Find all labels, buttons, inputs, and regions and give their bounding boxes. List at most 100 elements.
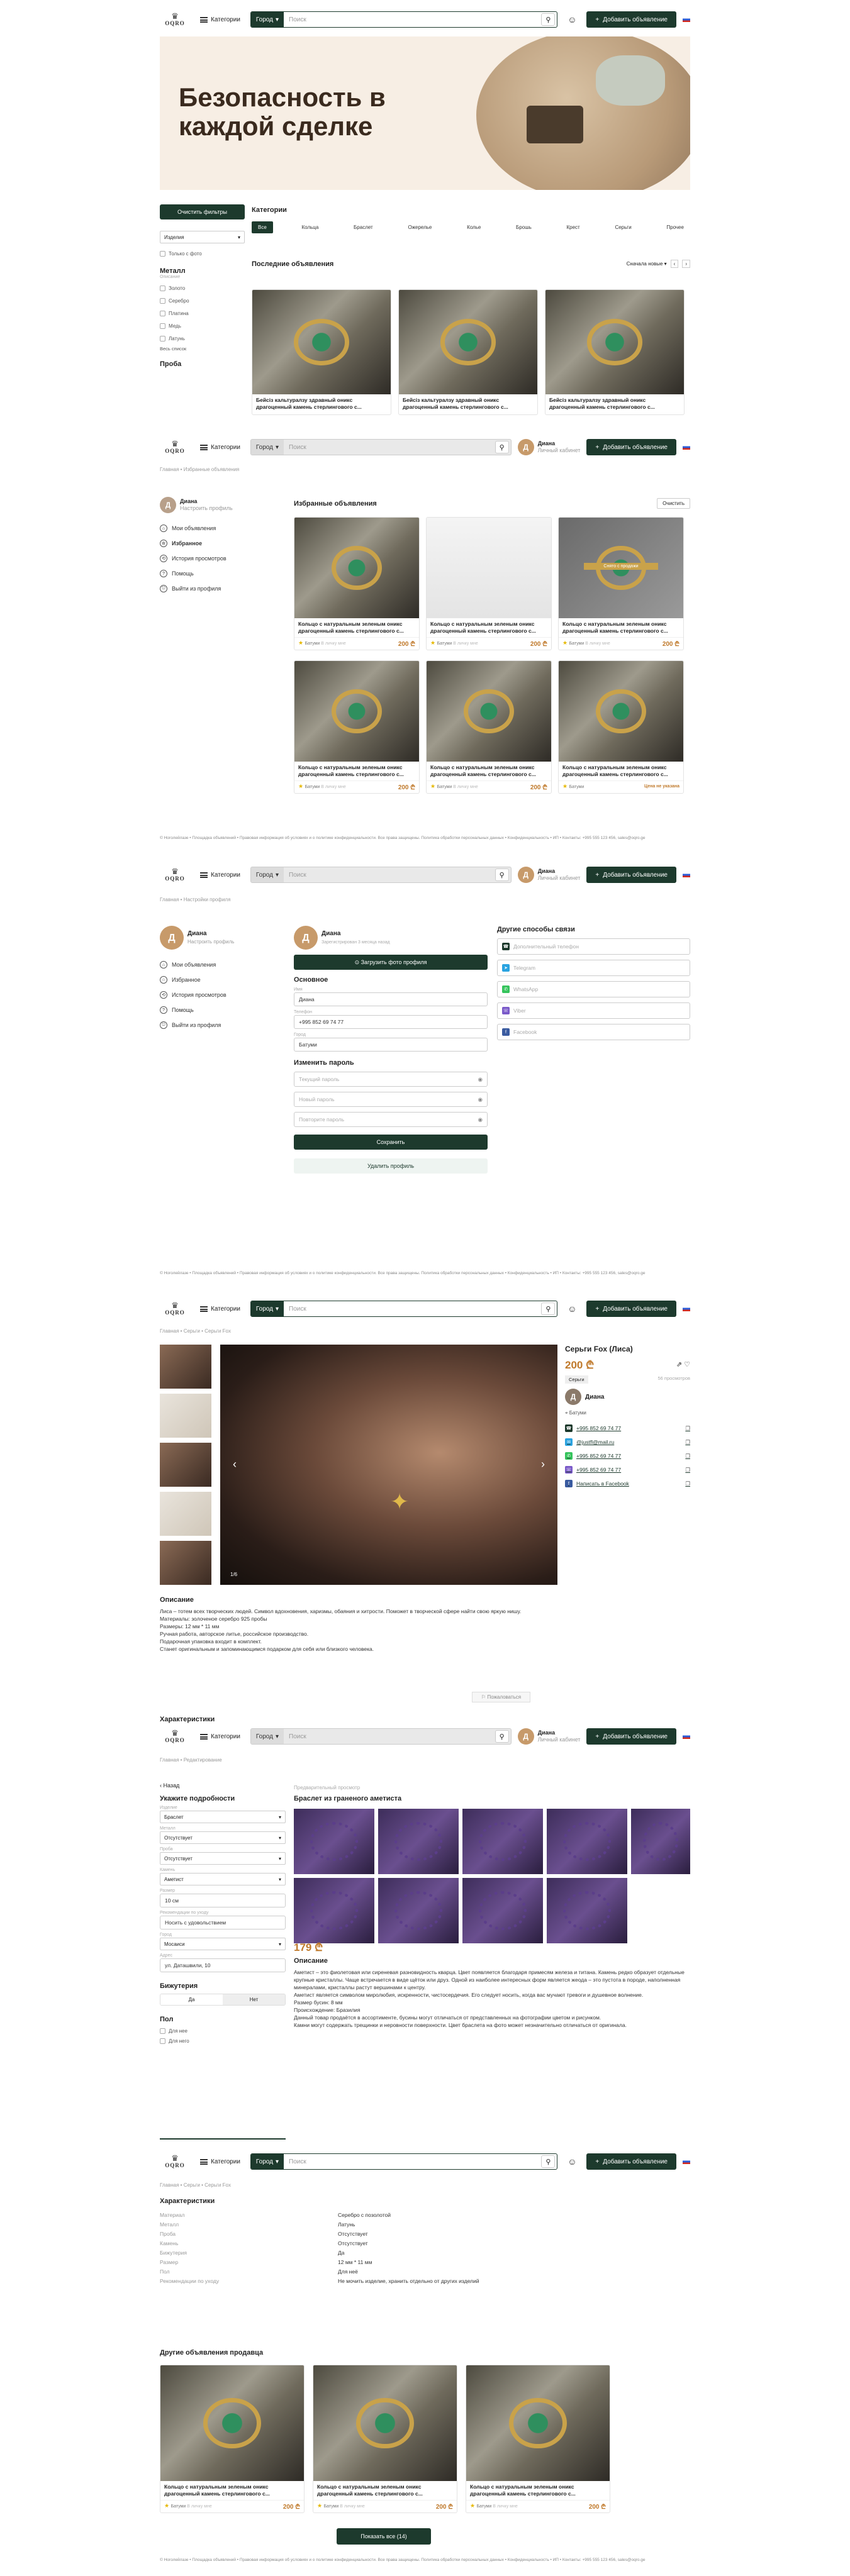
user-icon[interactable]: ☺ <box>564 2153 580 2170</box>
contact-link[interactable]: f Написать в Facebook ❐ <box>565 1477 690 1491</box>
language-flag-icon[interactable] <box>683 1306 690 1311</box>
sort-select[interactable]: Сначала новые ▾ <box>627 261 667 267</box>
detail-select[interactable]: Браслет ▾ <box>160 1811 286 1823</box>
city-select[interactable]: Город ▾ <box>250 12 284 27</box>
metal-checkbox[interactable]: Серебро <box>160 294 245 307</box>
listing-card[interactable]: Кольцо с натуральным зеленым оникс драго… <box>313 2365 457 2513</box>
account-menu-item[interactable]: ⎋ Выйти из профиля <box>160 581 273 596</box>
add-listing-button[interactable]: + Добавить объявление <box>586 439 676 455</box>
ad-photo[interactable] <box>462 1809 543 1874</box>
catalog-button[interactable]: Категории <box>196 1728 244 1745</box>
heart-icon[interactable]: ♡ <box>684 1361 690 1368</box>
star-icon[interactable]: ★ <box>562 783 569 789</box>
upload-photo-button[interactable]: ⊙ Загрузить фото профиля <box>294 955 488 970</box>
city-select[interactable]: Город ▾ <box>250 1729 284 1744</box>
size-field[interactable]: 10 см <box>160 1894 286 1907</box>
city-select[interactable]: Город ▾ <box>250 2154 284 2169</box>
listing-card[interactable]: Кольцо с натуральным зеленым оникс драго… <box>558 660 684 794</box>
account-menu-item[interactable]: ⎋ Выйти из профиля <box>160 1018 273 1033</box>
seller-card[interactable]: Д Диана <box>565 1389 690 1405</box>
share-icon[interactable]: ⇗ <box>676 1361 682 1368</box>
profile-menu[interactable]: Д Диана Личный кабинет <box>517 867 580 883</box>
detail-select[interactable]: Аметист ▾ <box>160 1873 286 1885</box>
contact-field[interactable]: f Facebook <box>497 1024 690 1040</box>
listing-card[interactable]: Кольцо с натуральным зеленым оникс драго… <box>426 660 552 794</box>
listing-card[interactable]: Кольцо с натуральным зеленым оникс драго… <box>294 517 420 650</box>
star-icon[interactable]: ★ <box>430 783 437 789</box>
search-icon[interactable]: ⚲ <box>495 1730 509 1743</box>
category-tab[interactable]: Ожерелье <box>401 221 438 233</box>
category-tab[interactable]: Браслет <box>347 221 379 233</box>
contact-link[interactable]: ✉ @justfl@mail.ru ❐ <box>565 1435 690 1449</box>
star-icon[interactable]: ★ <box>298 783 305 789</box>
copy-icon[interactable]: ❐ <box>685 1439 690 1446</box>
eye-icon[interactable]: ◉ <box>478 1116 483 1123</box>
search-input[interactable]: Поиск <box>284 1306 541 1313</box>
logo[interactable]: ♛ OQRO <box>160 9 190 30</box>
clear-favorites-button[interactable]: Очистить <box>657 498 690 509</box>
profile-field[interactable]: +995 852 69 74 77 <box>294 1015 488 1029</box>
ad-photo[interactable] <box>378 1878 459 1943</box>
add-listing-button[interactable]: + Добавить объявление <box>586 2153 676 2170</box>
bijou-no[interactable]: Нет <box>223 1994 285 2005</box>
complain-button[interactable]: ⚐ Пожаловаться <box>472 1692 531 1702</box>
save-button[interactable]: Сохранить <box>294 1135 488 1150</box>
star-icon[interactable]: ★ <box>562 640 569 646</box>
logo[interactable]: ♛ OQRO <box>160 864 190 886</box>
metal-checkbox[interactable]: Медь <box>160 319 245 332</box>
contact-field[interactable]: ☎ Дополнительный телефон <box>497 938 690 955</box>
user-icon[interactable]: ☺ <box>564 11 580 28</box>
logo[interactable]: ♛ OQRO <box>160 436 190 458</box>
star-icon[interactable]: ★ <box>430 640 437 646</box>
star-icon[interactable]: ★ <box>317 2502 324 2509</box>
profile-field[interactable]: Диана <box>294 992 488 1006</box>
catalog-button[interactable]: Категории <box>196 11 244 28</box>
password-field[interactable]: Текущий пароль ◉ <box>294 1072 488 1087</box>
contact-field[interactable]: ✆ WhatsApp <box>497 981 690 997</box>
back-button[interactable]: ‹ Назад <box>160 1782 179 1789</box>
account-menu-item[interactable]: ☆ Избранное <box>160 972 273 987</box>
photo-thumbnail[interactable] <box>160 1345 211 1389</box>
contact-field[interactable]: ☏ Viber <box>497 1002 690 1019</box>
city-select[interactable]: Город ▾ <box>250 440 284 455</box>
ad-photo[interactable] <box>631 1809 690 1874</box>
ad-photo[interactable] <box>547 1809 627 1874</box>
search-icon[interactable]: ⚲ <box>541 2155 556 2168</box>
listing-card[interactable]: Кольцо с натуральным зеленым оникс драго… <box>160 2365 305 2513</box>
password-field[interactable]: Новый пароль ◉ <box>294 1092 488 1107</box>
category-tab[interactable]: Крест <box>561 221 586 233</box>
clear-filters-button[interactable]: Очистить фильтры <box>160 204 245 219</box>
only-photo-checkbox[interactable]: Только с фото <box>160 248 245 258</box>
listing-card[interactable]: Бейсіз кальтуралзу здравный оникс драгоц… <box>545 289 685 415</box>
language-flag-icon[interactable] <box>683 2159 690 2164</box>
ad-photo[interactable] <box>294 1809 374 1874</box>
edit-profile-link[interactable]: Настроить профиль <box>187 939 234 945</box>
gender-female-checkbox[interactable]: Для нее <box>160 2026 286 2036</box>
metal-checkbox[interactable]: Латунь <box>160 332 245 345</box>
contact-link[interactable]: ☎ +995 852 69 74 77 ❐ <box>565 1421 690 1435</box>
profile-menu[interactable]: Д Диана Личный кабинет <box>517 1728 580 1745</box>
detail-select[interactable]: Отсутствует ▾ <box>160 1831 286 1844</box>
search-icon[interactable]: ⚲ <box>541 1302 556 1315</box>
ad-photo[interactable] <box>294 1878 374 1943</box>
add-listing-button[interactable]: + Добавить объявление <box>586 867 676 883</box>
city-select[interactable]: Город ▾ <box>250 867 284 882</box>
search-icon[interactable]: ⚲ <box>495 869 509 881</box>
language-flag-icon[interactable] <box>683 872 690 877</box>
detail-select[interactable]: Отсутствует ▾ <box>160 1852 286 1865</box>
category-tab[interactable]: Кольца <box>296 221 325 233</box>
copy-icon[interactable]: ❐ <box>685 1467 690 1474</box>
copy-icon[interactable]: ❐ <box>685 1425 690 1432</box>
search-input[interactable]: Поиск <box>284 16 541 23</box>
all-list-link[interactable]: Весь список <box>160 346 245 352</box>
search-input[interactable]: Поиск <box>284 1733 495 1740</box>
catalog-button[interactable]: Категории <box>196 2153 244 2170</box>
add-listing-button[interactable]: + Добавить объявление <box>586 11 676 28</box>
contact-field[interactable]: ➤ Telegram <box>497 960 690 976</box>
catalog-button[interactable]: Категории <box>196 439 244 455</box>
category-tab[interactable]: Колье <box>461 221 487 233</box>
account-menu-item[interactable]: ? Помощь <box>160 566 273 581</box>
account-menu-item[interactable]: ☆ Избранное <box>160 536 273 551</box>
gender-male-checkbox[interactable]: Для него <box>160 2036 286 2046</box>
city-select[interactable]: Город ▾ <box>250 1301 284 1316</box>
